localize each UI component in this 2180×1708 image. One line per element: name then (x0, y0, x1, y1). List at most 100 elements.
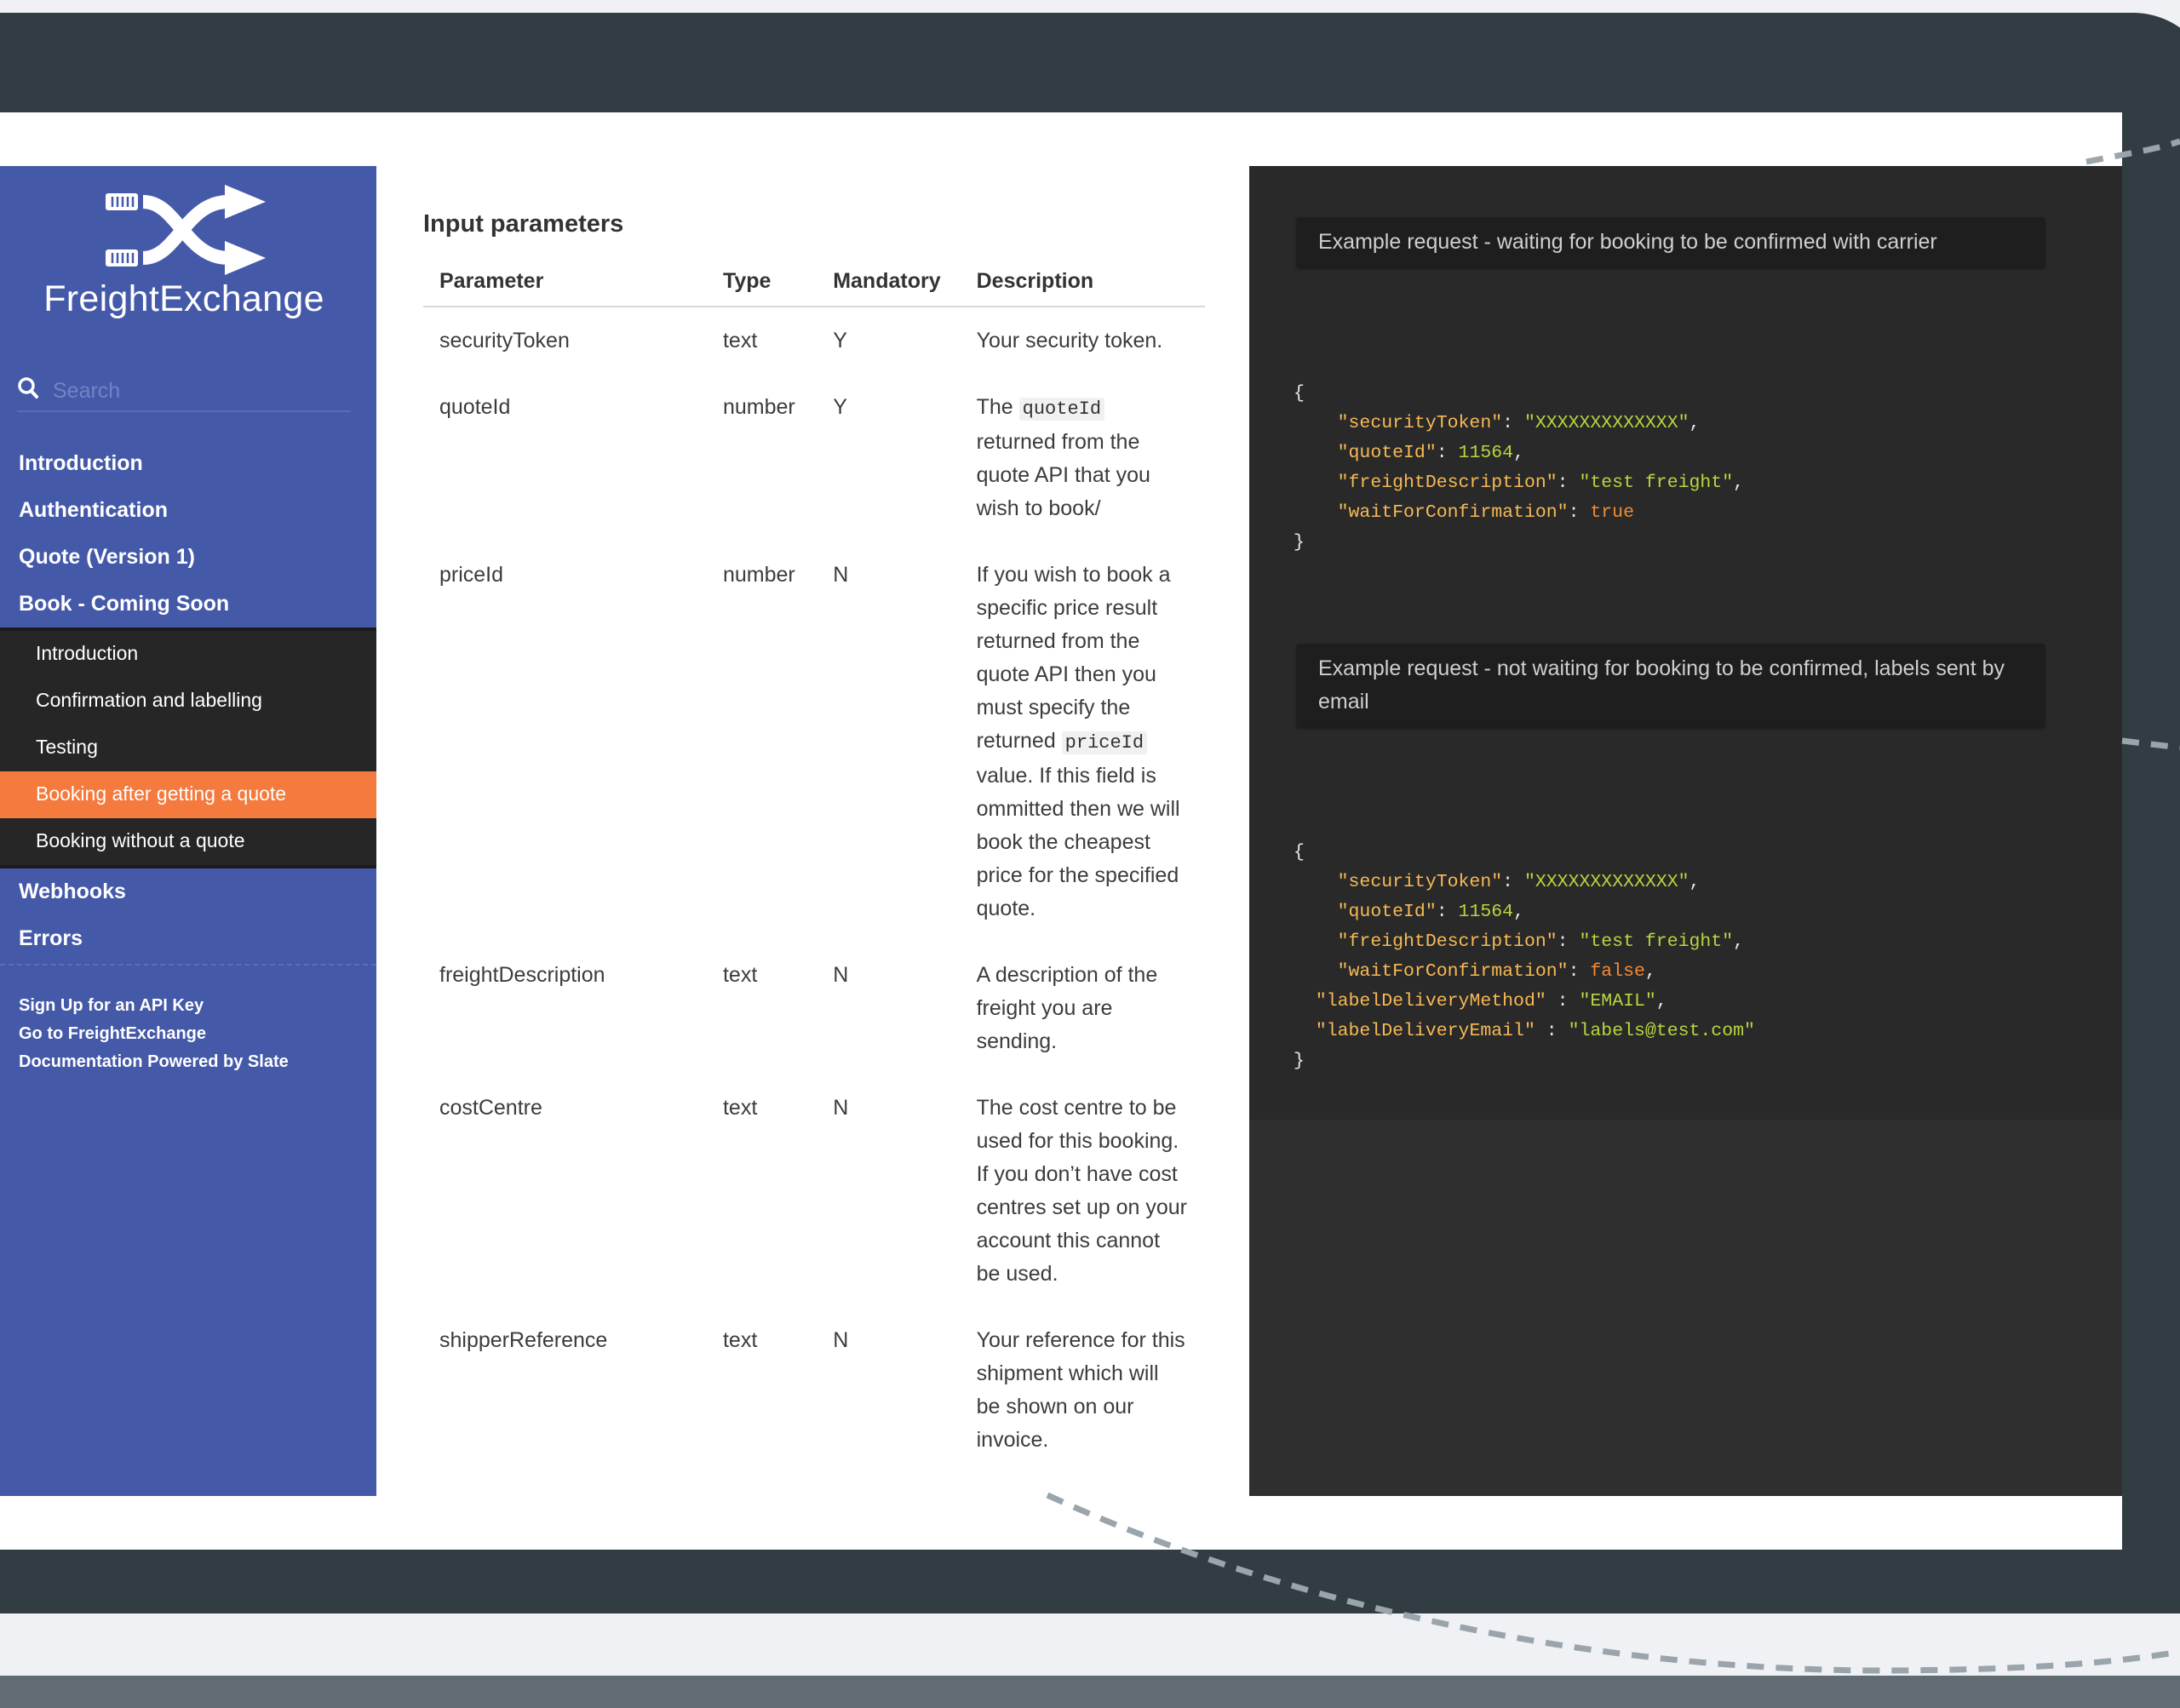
inline-code: priceId (1061, 731, 1148, 754)
nav-item-book[interactable]: Book - Coming Soon (0, 581, 376, 628)
code-value: EMAIL (1590, 991, 1645, 1012)
param-type: number (722, 563, 795, 587)
param-mandatory: N (833, 563, 849, 587)
json-string: "EMAIL" (1579, 991, 1656, 1012)
code-panel: Example request - waiting for booking to… (1249, 166, 2122, 1496)
param-type: text (722, 1096, 758, 1120)
param-type: text (722, 1328, 758, 1352)
main-content: Input parameters Parameter Type Mandator… (376, 166, 1249, 1550)
param-name: shipperReference (439, 1328, 608, 1352)
subnav-item-testing[interactable]: Testing (0, 725, 376, 771)
subnav-item-confirmation[interactable]: Confirmation and labelling (0, 678, 376, 725)
parameters-table: Parameter Type Mandatory Description sec… (423, 267, 1205, 1473)
search-input[interactable] (51, 375, 344, 407)
table-row: priceId number N If you wish to book a s… (423, 542, 1205, 942)
param-name: freightDescription (439, 963, 605, 987)
param-type: number (722, 395, 795, 419)
desc-text: The (976, 395, 1019, 419)
search-icon (18, 377, 38, 398)
freightexchange-link[interactable]: Go to FreightExchange (19, 1020, 289, 1048)
code-value: false (1590, 961, 1645, 982)
toc-nav: Introduction Authentication Quote (Versi… (0, 440, 376, 962)
code-value: 11564 (1458, 902, 1514, 922)
code-value: true (1590, 502, 1634, 523)
param-name: costCentre (439, 1096, 542, 1120)
desc-text: If you wish to book a specific price res… (976, 563, 1171, 753)
param-type: text (722, 963, 758, 987)
json-key: "quoteId" (1337, 443, 1437, 463)
json-key: "securityToken" (1337, 872, 1503, 892)
json-key: "labelDeliveryEmail" (1315, 1021, 1535, 1041)
search-box (17, 375, 351, 412)
subnav-item-booking-without-quote[interactable]: Booking without a quote (0, 818, 376, 865)
nav-item-errors[interactable]: Errors (0, 915, 376, 962)
inline-code: quoteId (1018, 398, 1105, 421)
json-string: "test freight" (1579, 931, 1734, 952)
param-description: Your security token. (976, 329, 1163, 352)
subnav-item-introduction[interactable]: Introduction (0, 631, 376, 678)
param-description: The cost centre to be used for this book… (976, 1096, 1187, 1286)
json-key: "freightDescription" (1337, 931, 1558, 952)
nav-item-webhooks[interactable]: Webhooks (0, 868, 376, 915)
brand-name: FreightExchange (43, 278, 324, 319)
section-heading: Input parameters (423, 210, 624, 238)
param-name: priceId (439, 563, 504, 587)
code-block[interactable]: { "securityToken": "XXXXXXXXXXXXX", "quo… (1294, 838, 1755, 1076)
logo[interactable]: FreightExchange (0, 185, 376, 330)
json-string: "XXXXXXXXXXXXX" (1523, 872, 1690, 892)
code-value: test freight (1590, 931, 1723, 952)
table-row: quoteId number Y The quoteId returned fr… (423, 374, 1205, 542)
param-name: securityToken (439, 329, 570, 352)
column-header: Parameter (423, 267, 707, 307)
nav-item-authentication[interactable]: Authentication (0, 487, 376, 534)
code-value: XXXXXXXXXXXXX (1535, 413, 1678, 433)
param-description: If you wish to book a specific price res… (961, 542, 1205, 942)
column-header: Type (706, 267, 818, 307)
param-description: The quoteId returned from the quote API … (961, 374, 1205, 542)
code-value: labels@test.com (1579, 1021, 1745, 1041)
param-mandatory: Y (833, 395, 847, 419)
book-subnav: Introduction Confirmation and labelling … (0, 628, 376, 868)
param-mandatory: N (833, 1096, 849, 1120)
table-header-row: Parameter Type Mandatory Description (423, 267, 1205, 307)
param-mandatory: N (833, 963, 849, 987)
nav-item-introduction[interactable]: Introduction (0, 440, 376, 487)
code-block[interactable]: { "securityToken": "XXXXXXXXXXXXX", "quo… (1294, 379, 1744, 558)
json-key: "freightDescription" (1337, 473, 1558, 493)
sidebar-divider (0, 964, 376, 966)
sidebar-links: Sign Up for an API Key Go to FreightExch… (19, 992, 289, 1076)
example-label: Example request - waiting for booking to… (1296, 217, 2045, 267)
table-row: shipperReference text N Your reference f… (423, 1307, 1205, 1473)
signup-link[interactable]: Sign Up for an API Key (19, 992, 289, 1020)
json-string: "XXXXXXXXXXXXX" (1523, 413, 1690, 433)
json-key: "waitForConfirmation" (1337, 502, 1569, 523)
code-value: 11564 (1458, 443, 1514, 463)
example-label: Example request - not waiting for bookin… (1296, 644, 2045, 727)
column-header: Description (960, 267, 1205, 307)
json-key: "securityToken" (1337, 413, 1503, 433)
table-row: securityToken text Y Your security token… (423, 307, 1205, 374)
table-row: freightDescription text N A description … (423, 942, 1205, 1075)
desc-text: value. If this field is ommitted then we… (976, 764, 1180, 920)
slate-link[interactable]: Documentation Powered by Slate (19, 1048, 289, 1076)
bottom-strip (0, 1676, 2180, 1708)
nav-item-quote[interactable]: Quote (Version 1) (0, 534, 376, 581)
json-string: "labels@test.com" (1568, 1021, 1755, 1041)
param-description: A description of the freight you are sen… (976, 963, 1158, 1053)
param-type: text (722, 329, 758, 352)
param-mandatory: Y (833, 329, 847, 352)
param-mandatory: N (833, 1328, 849, 1352)
shuffle-logo-icon (106, 185, 266, 275)
docs-screen: FreightExchange Introduction Authenticat… (0, 112, 2122, 1550)
param-description: Your reference for this shipment which w… (976, 1328, 1185, 1452)
table-row: costCentre text N The cost centre to be … (423, 1075, 1205, 1307)
sidebar: FreightExchange Introduction Authenticat… (0, 166, 376, 1496)
code-value: test freight (1590, 473, 1723, 493)
param-name: quoteId (439, 395, 511, 419)
subnav-item-booking-after-quote[interactable]: Booking after getting a quote (0, 771, 376, 818)
json-key: "quoteId" (1337, 902, 1437, 922)
desc-text: returned from the quote API that you wis… (976, 430, 1150, 520)
json-key: "waitForConfirmation" (1337, 961, 1569, 982)
json-key: "labelDeliveryMethod" (1315, 991, 1546, 1012)
code-value: XXXXXXXXXXXXX (1535, 872, 1678, 892)
